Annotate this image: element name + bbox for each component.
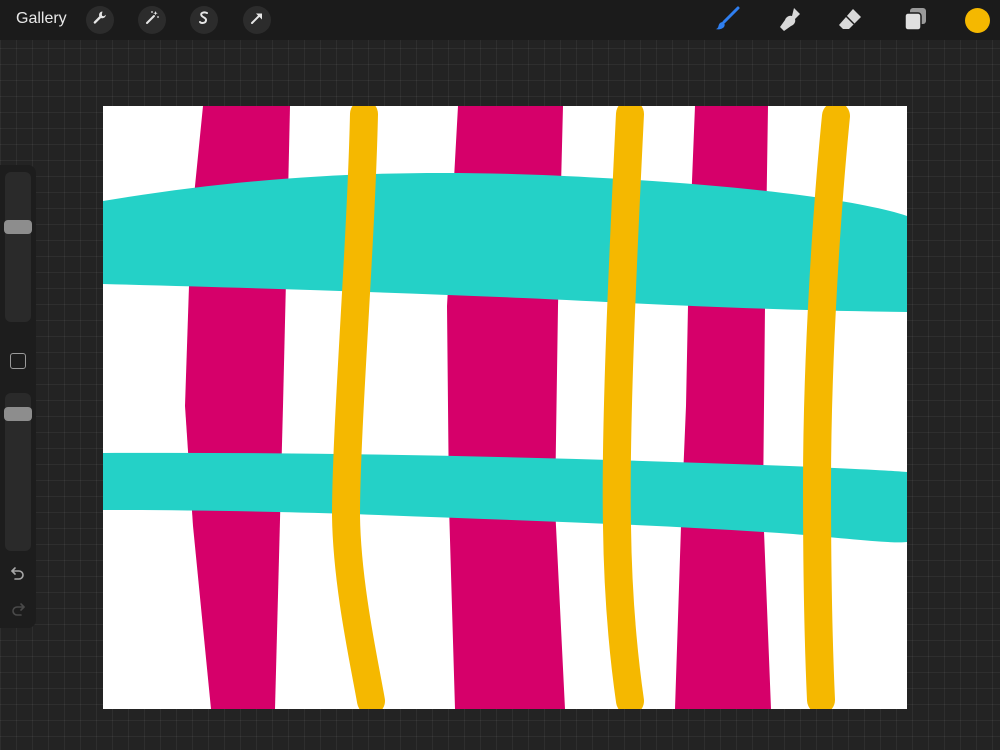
opacity-slider[interactable]: [4, 393, 32, 551]
gallery-button[interactable]: Gallery: [16, 10, 67, 28]
sidebar: [0, 165, 36, 628]
magic-wand-icon: [143, 9, 161, 32]
yellow-line: [602, 106, 644, 709]
top-toolbar: Gallery: [0, 0, 1000, 40]
brush-size-slider[interactable]: [4, 172, 32, 322]
redo-icon: [10, 602, 26, 621]
eraser-icon: [836, 5, 864, 38]
artwork: [103, 106, 907, 709]
layers-icon: [901, 5, 929, 38]
drawing-canvas[interactable]: [103, 106, 907, 709]
modify-button[interactable]: [10, 353, 26, 369]
yellow-line: [802, 106, 850, 709]
brush-icon: [713, 5, 741, 38]
color-picker-button[interactable]: [965, 8, 990, 33]
opacity-thumb[interactable]: [4, 407, 32, 421]
undo-button[interactable]: [8, 565, 28, 585]
eraser-tool-button[interactable]: [835, 6, 865, 36]
brush-size-thumb[interactable]: [4, 220, 32, 234]
selection-icon: [195, 9, 213, 32]
layers-button[interactable]: [900, 6, 930, 36]
wrench-icon: [91, 9, 109, 32]
actions-button[interactable]: [86, 6, 114, 34]
smudge-icon: [775, 5, 803, 38]
undo-icon: [10, 566, 26, 585]
selection-button[interactable]: [190, 6, 218, 34]
transform-button[interactable]: [243, 6, 271, 34]
yellow-line: [331, 106, 385, 709]
brush-tool-button[interactable]: [712, 6, 742, 36]
smudge-tool-button[interactable]: [774, 6, 804, 36]
transform-arrow-icon: [248, 9, 266, 32]
redo-button[interactable]: [8, 601, 28, 621]
adjustments-button[interactable]: [138, 6, 166, 34]
